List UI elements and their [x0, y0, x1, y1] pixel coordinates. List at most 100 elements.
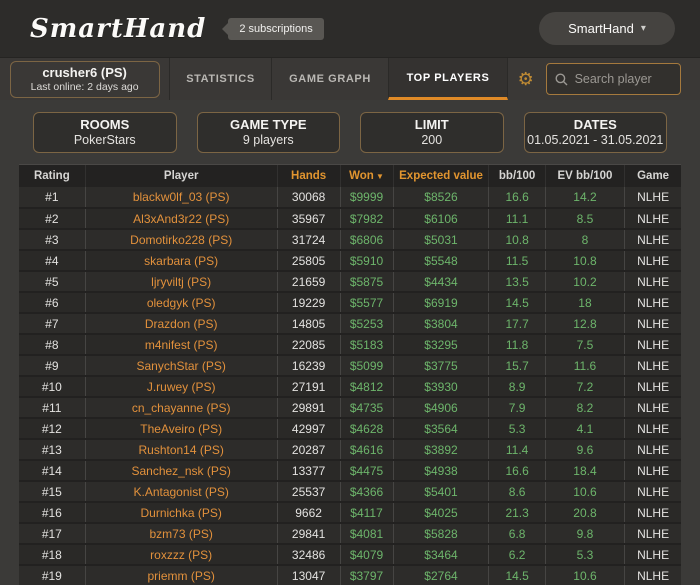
player-profile-last-online: Last online: 2 days ago [30, 80, 139, 93]
table-row[interactable]: #19 priemm (PS) 13047 $3797 $2764 14.5 10.6 NLH… [19, 565, 681, 585]
table-row[interactable]: #8 m4nifest (PS) 22085 $5183 $3295 11.8 7.5 NLH… [19, 334, 681, 356]
cell-expected_value: $5031 [393, 229, 490, 251]
cell-rating: #13 [19, 439, 86, 461]
cell-player[interactable]: bzm73 (PS) [85, 523, 278, 545]
cell-expected_value: $3775 [393, 355, 490, 377]
table-row[interactable]: #12 TheAveiro (PS) 42997 $4628 $3564 5.3 4.1 NL… [19, 418, 681, 440]
cell-hands: 22085 [277, 334, 341, 356]
cell-player[interactable]: oledgyk (PS) [85, 292, 278, 314]
tab-player-profile[interactable]: crusher6 (PS) Last online: 2 days ago [0, 58, 169, 100]
cell-rating: #15 [19, 481, 86, 503]
cell-hands: 16239 [277, 355, 341, 377]
column-header-bb100[interactable]: bb/100 [488, 165, 546, 187]
cell-bb100: 11.8 [488, 334, 546, 356]
cell-player[interactable]: roxzzz (PS) [85, 544, 278, 566]
table-row[interactable]: #13 Rushton14 (PS) 20287 $4616 $3892 11.4 9.6 N… [19, 439, 681, 461]
cell-player[interactable]: Drazdon (PS) [85, 313, 278, 335]
cell-player[interactable]: TheAveiro (PS) [85, 418, 278, 440]
filter-dates[interactable]: DATES 01.05.2021 - 31.05.2021 [523, 112, 667, 153]
cell-game: NLHE [624, 313, 681, 335]
cell-ev_bb100: 8.2 [545, 397, 626, 419]
cell-bb100: 11.4 [488, 439, 546, 461]
cell-player[interactable]: K.Antagonist (PS) [85, 481, 278, 503]
top-players-table-container: Rating Player Hands Won ▼ Expected value bb/1… [19, 164, 681, 585]
tab-game-graph[interactable]: GAME GRAPH [270, 58, 388, 100]
filter-rooms[interactable]: ROOMS PokerStars [33, 112, 177, 153]
cell-player[interactable]: cn_chayanne (PS) [85, 397, 278, 419]
cell-game: NLHE [624, 334, 681, 356]
cell-rating: #8 [19, 334, 86, 356]
cell-player[interactable]: skarbara (PS) [85, 250, 278, 272]
column-header-won[interactable]: Won ▼ [340, 165, 394, 187]
table-row[interactable]: #2 Al3xAnd3r22 (PS) 35967 $7982 $6106 11.1 8.5… [19, 208, 681, 230]
cell-ev_bb100: 10.6 [545, 565, 626, 585]
cell-player[interactable]: Rushton14 (PS) [85, 439, 278, 461]
cell-rating: #7 [19, 313, 86, 335]
chevron-down-icon: ▾ [640, 23, 646, 34]
filter-dates-value: 01.05.2021 - 31.05.2021 [527, 133, 664, 147]
cell-won: $4079 [340, 544, 394, 566]
gear-icon[interactable]: ⚙ [508, 58, 544, 100]
column-header-expected_value[interactable]: Expected value [393, 165, 490, 187]
table-row[interactable]: #9 SanychStar (PS) 16239 $5099 $3775 15.7 11.6… [19, 355, 681, 377]
cell-game: NLHE [624, 355, 681, 377]
table-row[interactable]: #4 skarbara (PS) 25805 $5910 $5548 11.5 10.8 NL… [19, 250, 681, 272]
table-row[interactable]: #7 Drazdon (PS) 14805 $5253 $3804 17.7 12.8 NLH… [19, 313, 681, 335]
cell-player[interactable]: J.ruwey (PS) [85, 376, 278, 398]
cell-game: NLHE [624, 481, 681, 503]
table-row[interactable]: #3 Domotirko228 (PS) 31724 $6806 $5031 10.8 8 N… [19, 229, 681, 251]
table-row[interactable]: #5 ljryviltj (PS) 21659 $5875 $4434 13.5 10.2 N… [19, 271, 681, 293]
cell-player[interactable]: m4nifest (PS) [85, 334, 278, 356]
filter-game-type-label: GAME TYPE [229, 117, 307, 132]
cell-won: $4735 [340, 397, 394, 419]
cell-player[interactable]: Al3xAnd3r22 (PS) [85, 208, 278, 230]
cell-ev_bb100: 18.4 [545, 460, 626, 482]
column-header-ev_bb100[interactable]: EV bb/100 [545, 165, 626, 187]
cell-ev_bb100: 10.6 [545, 481, 626, 503]
column-header-player[interactable]: Player [85, 165, 278, 187]
table-row[interactable]: #1 blackw0lf_03 (PS) 30068 $9999 $8526 16.6 14… [19, 187, 681, 209]
cell-player[interactable]: Domotirko228 (PS) [85, 229, 278, 251]
cell-game: NLHE [624, 565, 681, 585]
cell-game: NLHE [624, 376, 681, 398]
table-row[interactable]: #18 roxzzz (PS) 32486 $4079 $3464 6.2 5.3 NLHE [19, 544, 681, 566]
table-row[interactable]: #6 oledgyk (PS) 19229 $5577 $6919 14.5 18 NLHE [19, 292, 681, 314]
cell-player[interactable]: Sanchez_nsk (PS) [85, 460, 278, 482]
table-row[interactable]: #15 K.Antagonist (PS) 25537 $4366 $5401 8.6 10… [19, 481, 681, 503]
column-header-game[interactable]: Game [624, 165, 681, 187]
cell-player[interactable]: priemm (PS) [85, 565, 278, 585]
cell-bb100: 14.5 [488, 292, 546, 314]
cell-hands: 14805 [277, 313, 341, 335]
cell-game: NLHE [624, 271, 681, 293]
table-row[interactable]: #17 bzm73 (PS) 29841 $4081 $5828 6.8 9.8 NLHE [19, 523, 681, 545]
cell-rating: #16 [19, 502, 86, 524]
account-menu-button[interactable]: SmartHand ▾ [539, 12, 675, 45]
column-header-hands[interactable]: Hands [277, 165, 341, 187]
cell-won: $3797 [340, 565, 394, 585]
table-row[interactable]: #14 Sanchez_nsk (PS) 13377 $4475 $4938 16.6 18… [19, 460, 681, 482]
cell-hands: 13047 [277, 565, 341, 585]
table-row[interactable]: #16 Durnichka (PS) 9662 $4117 $4025 21.3 20.8 N… [19, 502, 681, 524]
subscriptions-badge[interactable]: 2 subscriptions [222, 17, 324, 40]
cell-hands: 20287 [277, 439, 341, 461]
table-row[interactable]: #10 J.ruwey (PS) 27191 $4812 $3930 8.9 7.2 NLHE [19, 376, 681, 398]
cell-player[interactable]: ljryviltj (PS) [85, 271, 278, 293]
cell-player[interactable]: SanychStar (PS) [85, 355, 278, 377]
tab-statistics[interactable]: STATISTICS [169, 58, 271, 100]
table-row[interactable]: #11 cn_chayanne (PS) 29891 $4735 $4906 7.9 8.2… [19, 397, 681, 419]
tab-top-players[interactable]: TOP PLAYERS [388, 58, 508, 100]
cell-expected_value: $3564 [393, 418, 490, 440]
player-profile-box: crusher6 (PS) Last online: 2 days ago [9, 60, 160, 98]
search-player-box[interactable] [545, 63, 682, 95]
cell-ev_bb100: 9.8 [545, 523, 626, 545]
filter-game-type[interactable]: GAME TYPE 9 players [196, 112, 340, 153]
cell-player[interactable]: blackw0lf_03 (PS) [85, 187, 278, 209]
cell-hands: 9662 [277, 502, 341, 524]
column-header-rating[interactable]: Rating [19, 165, 86, 187]
cell-ev_bb100: 11.6 [545, 355, 626, 377]
cell-player[interactable]: Durnichka (PS) [85, 502, 278, 524]
cell-bb100: 11.5 [488, 250, 546, 272]
filter-limit[interactable]: LIMIT 200 [360, 112, 504, 153]
cell-won: $7982 [340, 208, 394, 230]
search-player-input[interactable] [574, 72, 673, 86]
